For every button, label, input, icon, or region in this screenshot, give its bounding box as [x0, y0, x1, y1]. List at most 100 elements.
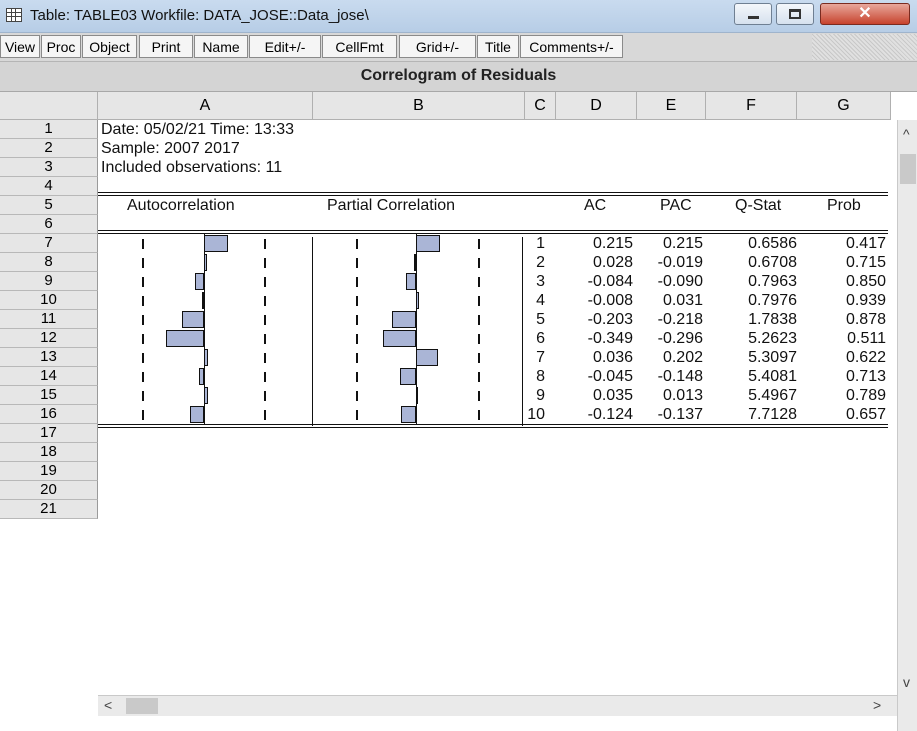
ac-value: 0.028 — [592, 254, 633, 271]
scroll-up-arrow[interactable]: ^ — [903, 126, 910, 142]
minimize-icon — [748, 16, 759, 19]
ac-bar — [166, 330, 204, 347]
row-header[interactable]: 6 — [0, 215, 98, 234]
pac-bar — [400, 368, 416, 385]
pac-value: 0.202 — [662, 349, 703, 366]
row-header[interactable]: 17 — [0, 424, 98, 443]
scroll-left-arrow[interactable]: < — [104, 697, 112, 713]
horizontal-scrollbar[interactable]: < > — [98, 695, 897, 716]
toolbar-button-title[interactable]: Title — [477, 35, 519, 58]
double-rule — [98, 427, 888, 428]
ac-value: -0.045 — [587, 368, 633, 385]
prob-value: 0.715 — [845, 254, 886, 271]
zero-line — [416, 405, 417, 424]
row-header[interactable]: 14 — [0, 367, 98, 386]
row-header[interactable]: 16 — [0, 405, 98, 424]
toolbar-button-name[interactable]: Name — [194, 35, 248, 58]
qstat-value: 0.6586 — [748, 235, 797, 252]
minimize-button[interactable] — [734, 3, 772, 25]
row-header[interactable]: 13 — [0, 348, 98, 367]
lag-value: 3 — [536, 273, 545, 290]
row-header[interactable]: 3 — [0, 158, 98, 177]
toolbar-button-proc[interactable]: Proc — [41, 35, 81, 58]
lag-value: 9 — [536, 387, 545, 404]
row-header[interactable]: 12 — [0, 329, 98, 348]
prob-value: 0.657 — [845, 406, 886, 423]
maximize-button[interactable] — [776, 3, 814, 25]
row-header[interactable]: 11 — [0, 310, 98, 329]
row-header[interactable]: 19 — [0, 462, 98, 481]
confidence-band-tick — [142, 258, 144, 268]
column-header-d[interactable]: D — [556, 92, 637, 120]
vertical-scroll-thumb[interactable] — [900, 154, 916, 184]
double-rule — [98, 230, 888, 231]
column-header-b[interactable]: B — [313, 92, 525, 120]
column-header-e[interactable]: E — [637, 92, 706, 120]
confidence-band-tick — [264, 353, 266, 363]
pac-value: 0.215 — [662, 235, 703, 252]
close-button[interactable]: ✕ — [820, 3, 910, 25]
pac-value: 0.031 — [662, 292, 703, 309]
toolbar-button-cellfmt[interactable]: CellFmt — [322, 35, 397, 58]
confidence-band-tick — [142, 277, 144, 287]
confidence-band-tick — [356, 277, 358, 287]
row-header[interactable]: 4 — [0, 177, 98, 196]
row-header[interactable]: 20 — [0, 481, 98, 500]
horizontal-scroll-thumb[interactable] — [126, 698, 158, 714]
qstat-value: 5.3097 — [748, 349, 797, 366]
row-header[interactable]: 5 — [0, 196, 98, 215]
window-title-bar[interactable]: Table: TABLE03 Workfile: DATA_JOSE::Data… — [0, 0, 917, 33]
row-header[interactable]: 9 — [0, 272, 98, 291]
row-header[interactable]: 2 — [0, 139, 98, 158]
row-header[interactable]: 8 — [0, 253, 98, 272]
pac-value: -0.090 — [657, 273, 703, 290]
qstat-value: 0.7963 — [748, 273, 797, 290]
toolbar-button-print[interactable]: Print — [139, 35, 193, 58]
ac-value: -0.203 — [587, 311, 633, 328]
confidence-band-tick — [142, 315, 144, 325]
row-header[interactable]: 1 — [0, 120, 98, 139]
prob-value: 0.789 — [845, 387, 886, 404]
row-header[interactable]: 18 — [0, 443, 98, 462]
column-header-g[interactable]: G — [797, 92, 891, 120]
row-header[interactable]: 21 — [0, 500, 98, 519]
scroll-right-arrow[interactable]: > — [873, 697, 881, 713]
toolbar-button-object[interactable]: Object — [82, 35, 137, 58]
pac-bar — [401, 406, 416, 423]
row-header[interactable]: 15 — [0, 386, 98, 405]
confidence-band-tick — [356, 258, 358, 268]
lag-value: 1 — [536, 235, 545, 252]
confidence-band-tick — [142, 334, 144, 344]
toolbar-button-edit[interactable]: Edit+/- — [249, 35, 321, 58]
ac-value: -0.349 — [587, 330, 633, 347]
vertical-scrollbar[interactable]: ^ v — [897, 120, 917, 731]
zero-line — [204, 291, 205, 310]
zero-line — [416, 367, 417, 386]
ac-bar — [190, 406, 204, 423]
toolbar: View Proc Object Print Name Edit+/- CellFmt Gri… — [0, 33, 917, 62]
row-header[interactable]: 7 — [0, 234, 98, 253]
column-header-f[interactable]: F — [706, 92, 797, 120]
toolbar-button-grid[interactable]: Grid+/- — [399, 35, 476, 58]
close-icon: ✕ — [858, 5, 872, 22]
confidence-band-tick — [356, 410, 358, 420]
row-header[interactable]: 10 — [0, 291, 98, 310]
spreadsheet-grid[interactable]: ^ v < > A B C D E F G 1 2 3 4 5 6 7 8 9 10 11 12 13 14 15 16 17… — [0, 92, 917, 731]
confidence-band-tick — [264, 258, 266, 268]
zero-line — [416, 272, 417, 291]
prob-value: 0.622 — [845, 349, 886, 366]
table-icon — [6, 8, 22, 22]
column-header-c[interactable]: C — [525, 92, 556, 120]
toolbar-filler — [812, 34, 917, 60]
toolbar-button-view[interactable]: View — [0, 35, 40, 58]
pac-bar — [392, 311, 416, 328]
confidence-band-tick — [356, 391, 358, 401]
zero-line — [416, 310, 417, 329]
column-header-corner[interactable] — [0, 92, 98, 120]
toolbar-button-comments[interactable]: Comments+/- — [520, 35, 623, 58]
column-header-a[interactable]: A — [98, 92, 313, 120]
scroll-down-arrow[interactable]: v — [903, 674, 910, 690]
qstat-header: Q-Stat — [735, 197, 782, 214]
prob-value: 0.878 — [845, 311, 886, 328]
confidence-band-tick — [356, 296, 358, 306]
